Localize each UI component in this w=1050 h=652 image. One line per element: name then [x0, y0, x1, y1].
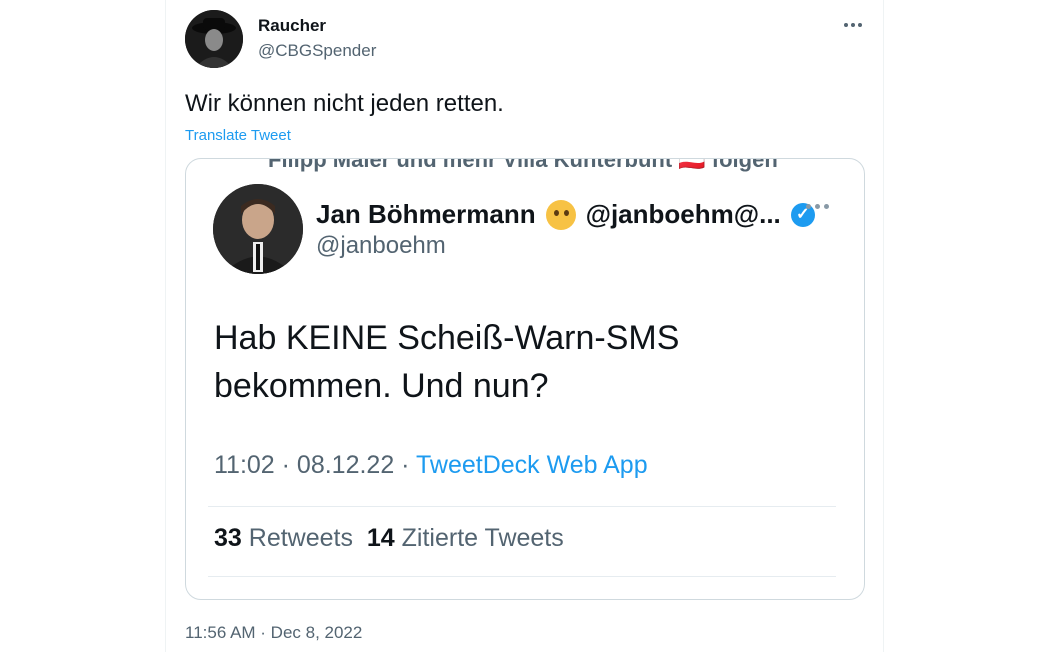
raised-eyebrow-emoji-icon: [545, 199, 576, 230]
embedded-meta: 11:02 · 08.12.22 · TweetDeck Web App: [214, 451, 648, 480]
tweet-timestamp[interactable]: 11:56 AM · Dec 8, 2022: [185, 623, 362, 643]
quotes-count: 14: [366, 524, 395, 552]
embedded-app: TweetDeck Web App: [416, 451, 648, 479]
avatar[interactable]: [185, 10, 243, 68]
embedded-more-icon: [806, 204, 829, 209]
cut-off-line: Filipp Maier und mehr Villa Kunterbunt 🇦…: [268, 158, 778, 172]
tweet-media-image[interactable]: Filipp Maier und mehr Villa Kunterbunt 🇦…: [185, 158, 865, 600]
embedded-avatar: [213, 184, 303, 274]
author-handle[interactable]: @CBGSpender: [258, 41, 376, 61]
divider: [208, 506, 836, 507]
more-options-icon[interactable]: [840, 14, 866, 36]
translate-tweet-link[interactable]: Translate Tweet: [185, 127, 291, 144]
embedded-time: 11:02 · 08.12.22 ·: [214, 451, 417, 479]
quotes-label: Zitierte Tweets: [401, 524, 564, 552]
author-name[interactable]: Raucher: [258, 16, 326, 36]
retweets-count: 33: [214, 524, 242, 552]
retweets-label: Retweets: [248, 524, 353, 552]
embedded-tweet-text: Hab KEINE Scheiß-Warn-SMS bekommen. Und …: [214, 319, 680, 405]
embedded-author-name-suffix: @janboehm@...: [585, 199, 781, 229]
embedded-stats: 33 Retweets 14 Zitierte Tweets: [214, 524, 564, 553]
tweet-text: Wir können nicht jeden retten.: [185, 90, 504, 117]
divider: [208, 576, 836, 577]
embedded-author-name: Jan Böhmermann @janboehm@... ✓: [316, 199, 815, 230]
embedded-author-handle: @janboehm: [316, 232, 446, 259]
embedded-author-name-text: Jan Böhmermann: [316, 199, 536, 229]
